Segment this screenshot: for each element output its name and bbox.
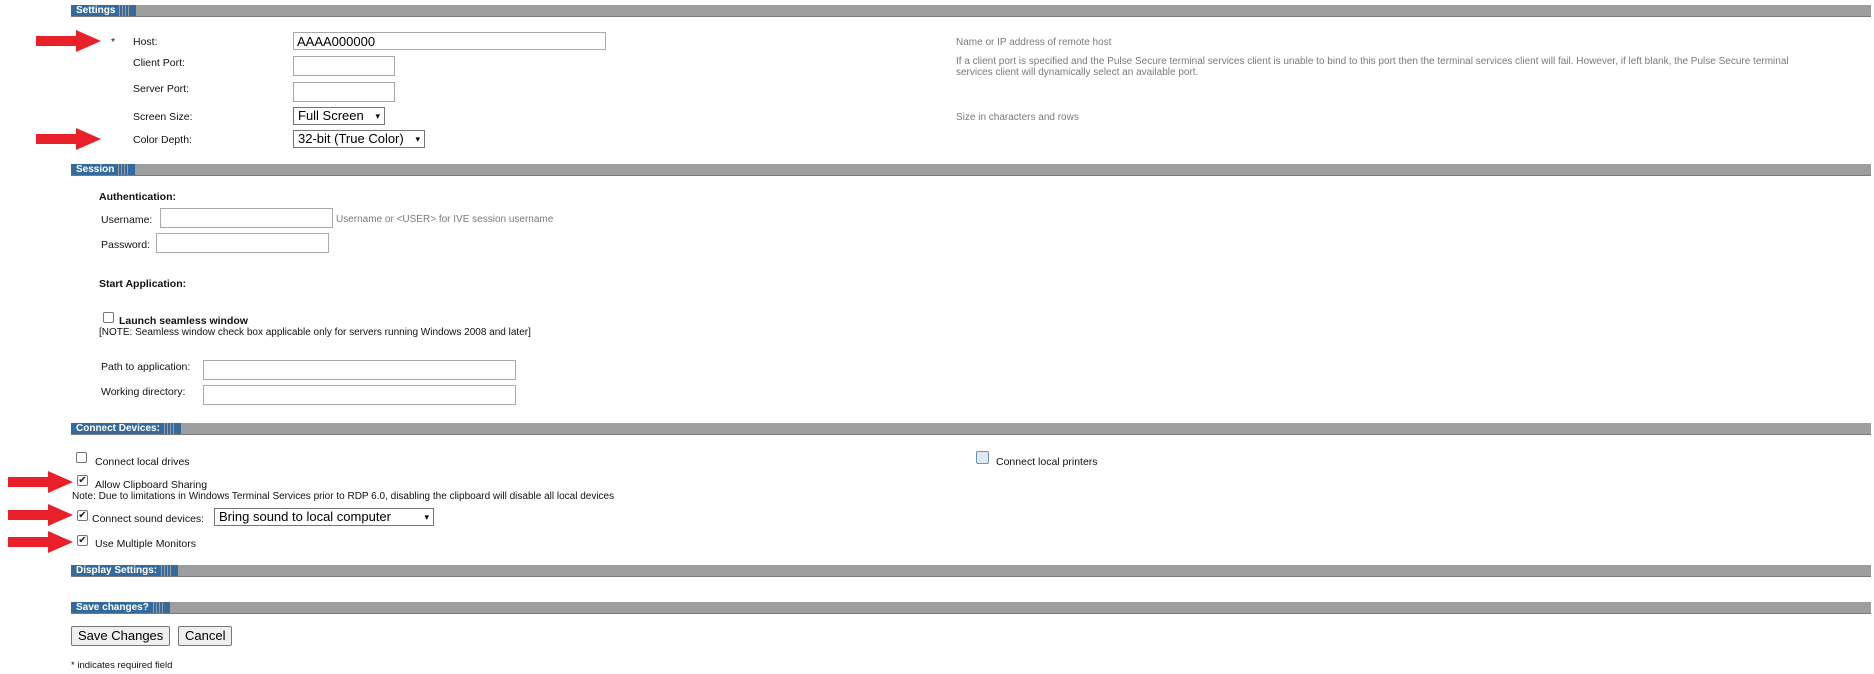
- password-input[interactable]: [156, 233, 329, 253]
- connect-devices-section-title: Connect Devices:: [76, 423, 160, 434]
- server-port-input[interactable]: [293, 82, 395, 102]
- dropdown-arrow-icon: ▾: [415, 134, 420, 144]
- checkmark-icon: ✔: [78, 510, 87, 521]
- host-input[interactable]: [293, 32, 606, 50]
- sound-devices-value: Bring sound to local computer: [219, 509, 391, 524]
- save-changes-section-header: Save changes?: [71, 602, 1871, 614]
- client-port-hint-line1: If a client port is specified and the Pu…: [956, 56, 1789, 67]
- screen-size-select[interactable]: Full Screen ▾: [293, 107, 385, 125]
- session-section-header: Session: [71, 164, 1871, 176]
- screen-size-value: Full Screen: [298, 108, 364, 123]
- working-directory-label: Working directory:: [101, 386, 186, 398]
- working-directory-input[interactable]: [203, 385, 516, 405]
- settings-section-title: Settings: [76, 5, 116, 16]
- host-hint: Name or IP address of remote host: [956, 37, 1112, 48]
- required-field-note: * indicates required field: [71, 660, 173, 671]
- screen-size-label: Screen Size:: [133, 111, 193, 123]
- red-arrow-icon: [8, 471, 73, 493]
- clipboard-sharing-checkbox[interactable]: ✔: [77, 475, 88, 486]
- red-arrow-icon: [36, 30, 101, 52]
- save-changes-button[interactable]: Save Changes: [71, 626, 171, 646]
- local-drives-label: Connect local drives: [95, 456, 190, 468]
- seamless-window-label: Launch seamless window: [119, 315, 248, 327]
- multiple-monitors-checkbox[interactable]: ✔: [77, 535, 88, 546]
- sound-devices-checkbox[interactable]: ✔: [77, 510, 88, 521]
- color-depth-select[interactable]: 32-bit (True Color) ▾: [293, 130, 425, 148]
- username-hint: Username or <USER> for IVE session usern…: [336, 214, 554, 225]
- color-depth-label: Color Depth:: [133, 134, 192, 146]
- username-input[interactable]: [160, 208, 333, 228]
- password-label: Password:: [101, 239, 151, 251]
- save-changes-section-title: Save changes?: [76, 602, 149, 613]
- client-port-label: Client Port:: [133, 57, 185, 69]
- start-application-heading: Start Application:: [99, 278, 187, 290]
- sound-devices-select[interactable]: Bring sound to local computer ▾: [214, 508, 434, 526]
- seamless-window-checkbox[interactable]: [103, 312, 114, 323]
- red-arrow-icon: [36, 128, 101, 150]
- clipboard-note: Note: Due to limitations in Windows Term…: [72, 491, 615, 502]
- session-section-title: Session: [76, 164, 115, 175]
- sound-devices-label: Connect sound devices:: [92, 513, 205, 525]
- local-printers-label: Connect local printers: [996, 456, 1098, 468]
- path-to-application-label: Path to application:: [101, 361, 191, 373]
- clipboard-sharing-label: Allow Clipboard Sharing: [95, 479, 208, 491]
- checkmark-icon: ✔: [78, 475, 87, 486]
- connect-devices-section-header: Connect Devices:: [71, 423, 1871, 435]
- red-arrow-icon: [8, 531, 73, 553]
- red-arrow-icon: [8, 504, 73, 526]
- multiple-monitors-label: Use Multiple Monitors: [95, 538, 196, 550]
- username-label: Username:: [101, 214, 153, 226]
- seamless-window-note: [NOTE: Seamless window check box applica…: [99, 327, 531, 338]
- settings-section-header: Settings: [71, 5, 1871, 17]
- server-port-label: Server Port:: [133, 83, 190, 95]
- path-to-application-input[interactable]: [203, 360, 516, 380]
- dropdown-arrow-icon: ▾: [424, 512, 429, 522]
- local-drives-checkbox[interactable]: [76, 452, 87, 463]
- client-port-hint-line2: services client will dynamically select …: [956, 67, 1199, 78]
- display-settings-section-title: Display Settings:: [76, 565, 158, 576]
- required-marker: *: [111, 36, 116, 48]
- display-settings-section-header: Display Settings:: [71, 565, 1871, 577]
- checkmark-icon: ✔: [78, 535, 87, 546]
- local-printers-checkbox[interactable]: [976, 451, 989, 464]
- screen-size-hint: Size in characters and rows: [956, 112, 1079, 123]
- client-port-input[interactable]: [293, 56, 395, 76]
- dropdown-arrow-icon: ▾: [375, 111, 380, 121]
- cancel-button[interactable]: Cancel: [178, 626, 233, 646]
- color-depth-value: 32-bit (True Color): [298, 131, 404, 146]
- authentication-heading: Authentication:: [99, 191, 176, 203]
- host-label: Host:: [133, 36, 158, 48]
